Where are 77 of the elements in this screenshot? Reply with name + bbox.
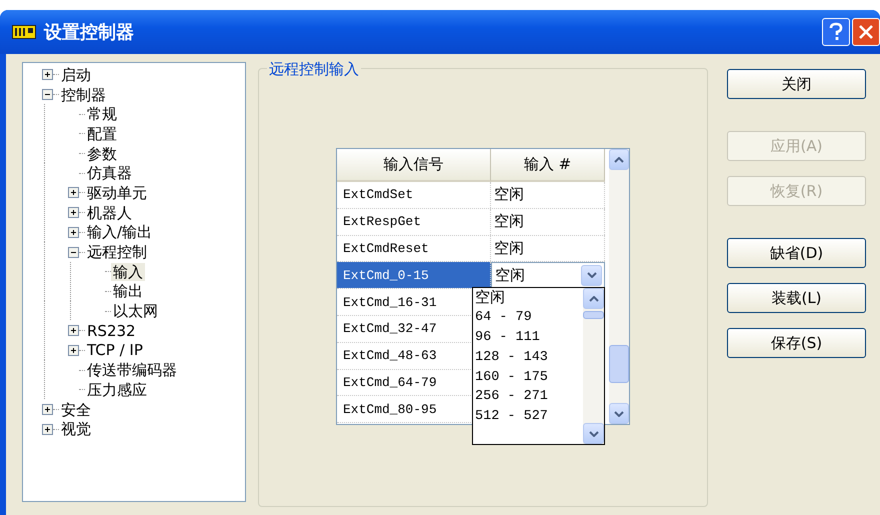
dialog-button[interactable]: 装载(L) <box>727 283 866 313</box>
dropdown-option[interactable]: 64 - 79 <box>473 308 583 328</box>
scroll-up-icon[interactable] <box>609 149 629 170</box>
dialog-button[interactable]: 保存(S) <box>727 328 866 358</box>
help-button[interactable] <box>822 18 850 46</box>
scroll-thumb[interactable] <box>583 311 604 319</box>
tree-item[interactable]: RS232 <box>85 322 138 340</box>
column-header[interactable]: 输入 # <box>491 149 605 182</box>
tree-item[interactable]: 参数 <box>85 144 119 163</box>
table-cell: 空闲 <box>491 182 605 208</box>
expand-toggle[interactable] <box>42 69 53 80</box>
expand-toggle[interactable] <box>68 226 79 238</box>
expand-toggle[interactable] <box>42 424 53 435</box>
plus-icon <box>43 405 52 414</box>
window-title: 设置控制器 <box>44 21 134 44</box>
close-icon <box>858 24 874 40</box>
scroll-up-icon[interactable] <box>583 288 604 309</box>
dialog-button[interactable]: 关闭 <box>727 69 866 99</box>
expand-toggle[interactable] <box>68 325 79 336</box>
signal-name[interactable]: ExtCmd_48-63 <box>343 348 437 364</box>
plus-icon <box>69 208 78 218</box>
scroll-down-icon[interactable] <box>609 403 629 424</box>
plus-icon <box>69 228 78 237</box>
plus-icon <box>69 326 78 336</box>
tree-item[interactable]: 输入/输出 <box>85 223 154 242</box>
signal-name[interactable]: ExtRespGet <box>343 214 422 230</box>
tree-item[interactable]: 配置 <box>85 124 119 143</box>
tree-item[interactable]: 常规 <box>85 105 119 124</box>
table-cell: 空闲 <box>491 236 605 262</box>
tree-item[interactable]: 远程控制 <box>85 243 149 262</box>
tree-item[interactable]: 以太网 <box>111 302 160 320</box>
scrollbar[interactable] <box>609 149 629 424</box>
tree-item[interactable]: 仿真器 <box>85 164 134 182</box>
dropdown-option[interactable]: 空闲 <box>473 288 583 308</box>
scroll-down-icon[interactable] <box>583 423 604 444</box>
expand-toggle[interactable] <box>42 404 53 416</box>
table-cell[interactable]: ExtCmd_0-15 <box>337 262 491 288</box>
tree-item[interactable]: 压力感应 <box>85 380 149 399</box>
expand-toggle[interactable] <box>68 246 79 258</box>
signal-name[interactable]: ExtCmd_64-79 <box>343 374 437 390</box>
tree-item[interactable]: 安全 <box>59 400 93 419</box>
expand-toggle[interactable] <box>68 207 79 218</box>
tree-item[interactable]: TCP / IP <box>85 341 145 360</box>
help-icon <box>828 22 844 42</box>
scroll-thumb[interactable] <box>609 345 629 383</box>
tree-item[interactable]: 启动 <box>59 66 93 84</box>
expand-toggle[interactable] <box>68 344 79 356</box>
close-button[interactable] <box>852 18 880 46</box>
group-title: 远程控制输入 <box>267 60 361 79</box>
dropdown-option[interactable]: 160 - 175 <box>473 367 583 387</box>
dialog-button[interactable]: 缺省(D) <box>727 238 866 268</box>
tree-item[interactable]: 机器人 <box>85 204 134 222</box>
column-header[interactable]: 输入信号 <box>337 149 491 182</box>
dropdown-option[interactable]: 96 - 111 <box>473 328 583 348</box>
controller-icon <box>12 25 36 39</box>
scrollbar[interactable] <box>583 288 604 444</box>
plus-icon <box>43 70 52 80</box>
tree-item[interactable]: 输入 <box>111 262 145 281</box>
signal-name[interactable]: ExtCmdSet <box>343 187 414 202</box>
plus-icon <box>69 188 78 198</box>
dropdown-option[interactable]: 512 - 527 <box>473 406 583 427</box>
signal-name[interactable]: ExtCmdReset <box>343 240 429 256</box>
tree-item[interactable]: 驱动单元 <box>85 184 149 202</box>
expand-toggle[interactable] <box>68 187 79 198</box>
plus-icon <box>43 424 52 434</box>
signal-name[interactable]: ExtCmd_16-31 <box>343 294 437 310</box>
signal-name[interactable]: ExtCmd_32-47 <box>343 321 437 336</box>
plus-icon <box>69 346 78 355</box>
tree-item[interactable]: 传送带编码器 <box>85 361 179 380</box>
dropdown-option[interactable]: 128 - 143 <box>473 347 583 368</box>
tree-item[interactable]: 视觉 <box>59 420 93 438</box>
expand-toggle[interactable] <box>42 89 53 100</box>
table-cell: 空闲 <box>491 208 605 235</box>
dropdown-option[interactable]: 256 - 271 <box>473 386 583 407</box>
signal-name[interactable]: ExtCmd_80-95 <box>343 402 437 417</box>
tree-item[interactable]: 控制器 <box>59 86 108 104</box>
tree-item[interactable]: 输出 <box>111 282 145 300</box>
